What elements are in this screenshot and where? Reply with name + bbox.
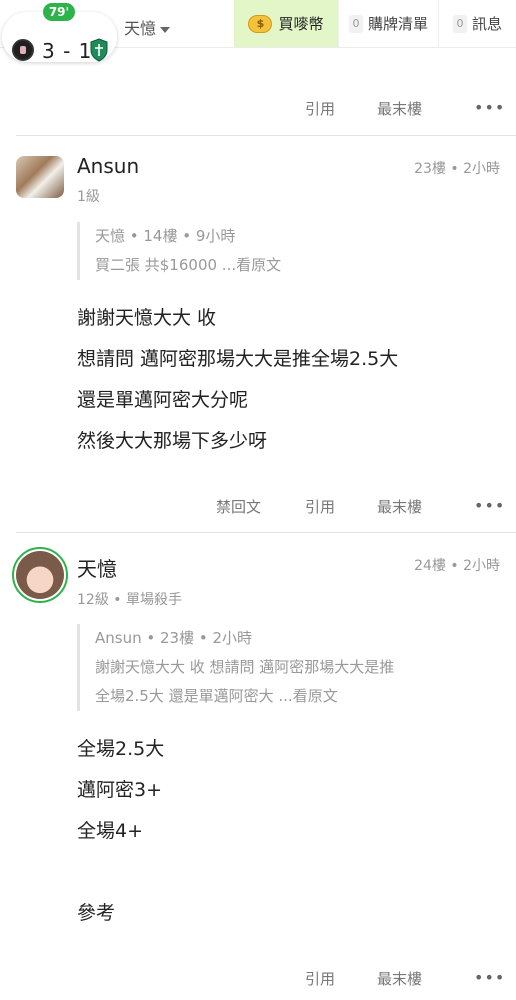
buy-coins-button[interactable]: 買嘜幣	[234, 0, 338, 47]
cart-tab[interactable]: 0 購牌清單	[338, 0, 438, 47]
post-actions: 禁回文 引用 最末樓 •••	[0, 486, 516, 526]
post-body-line: 謝謝天憶大大 收	[77, 307, 217, 329]
ban-reply-button[interactable]: 禁回文	[216, 496, 261, 517]
quote-button[interactable]: 引用	[305, 496, 335, 517]
floor-and-time: 24樓 • 2小時	[414, 558, 500, 574]
more-options-icon[interactable]: •••	[474, 496, 505, 515]
user-level: 1級	[77, 189, 100, 205]
last-floor-button[interactable]: 最末樓	[377, 968, 422, 989]
post-actions: 引用 最末樓 •••	[0, 88, 516, 128]
messages-tab[interactable]: 0 訊息	[438, 0, 516, 47]
post-body-line: 參考	[77, 902, 116, 924]
messages-count-badge: 0	[452, 14, 467, 33]
quoted-reply-meta: Ansun • 23樓 • 2小時	[95, 629, 252, 647]
user-menu-dropdown[interactable]: 天憶	[124, 15, 171, 39]
post-body: 全場2.5大 邁阿密3+ 全場4+ 參考	[77, 729, 497, 934]
post-body-line: 想請問 邁阿密那場大大是推全場2.5大	[77, 348, 399, 370]
user-menu-label: 天憶	[124, 19, 157, 38]
home-team-logo-icon	[12, 39, 34, 61]
post-username[interactable]: Ansun	[77, 154, 139, 178]
top-bar: 3 - 1 79' 天憶 買嘜幣 0 購牌清單 0 訊息	[0, 0, 516, 63]
post-body-line: 全場2.5大	[77, 738, 165, 760]
post-body-line: 然後大大那場下多少呀	[77, 430, 268, 452]
post-body-line: 全場4+	[77, 820, 144, 842]
quoted-reply-text[interactable]: 買二張 共$16000 ...看原文	[95, 251, 497, 280]
last-floor-button[interactable]: 最末樓	[377, 98, 422, 119]
coin-icon	[248, 14, 273, 33]
more-options-icon[interactable]: •••	[474, 968, 505, 987]
floor-and-time: 23樓 • 2小時	[414, 161, 500, 177]
caret-down-icon	[160, 26, 171, 33]
post-username[interactable]: 天憶	[77, 553, 117, 582]
quote-button[interactable]: 引用	[305, 98, 335, 119]
post-body: 謝謝天憶大大 收 想請問 邁阿密那場大大是推全場2.5大 還是單邁阿密大分呢 然…	[77, 298, 497, 462]
messages-tab-label: 訊息	[471, 15, 502, 33]
post-body-line: 還是單邁阿密大分呢	[77, 389, 249, 411]
user-level: 12級 • 單場殺手	[77, 592, 182, 608]
quoted-reply-meta: 天憶 • 14樓 • 9小時	[95, 227, 236, 245]
quoted-reply-text[interactable]: 全場2.5大 還是單邁阿密大 ...看原文	[95, 682, 497, 711]
buy-coins-label: 買嘜幣	[278, 15, 324, 33]
last-floor-button[interactable]: 最末樓	[377, 496, 422, 517]
quote-button[interactable]: 引用	[305, 968, 335, 989]
away-team-shield-icon	[90, 38, 108, 62]
post-body-line	[77, 852, 497, 893]
more-options-icon[interactable]: •••	[474, 98, 505, 117]
match-score: 3 - 1	[42, 39, 93, 63]
avatar-photo	[16, 551, 64, 599]
cart-count-badge: 0	[348, 14, 363, 33]
quoted-reply: Ansun • 23樓 • 2小時 謝謝天憶大大 收 想請問 邁阿密那場大大是推…	[77, 624, 497, 711]
avatar[interactable]	[12, 547, 68, 603]
match-minute-badge: 79'	[43, 3, 75, 21]
post-actions: 引用 最末樓 •••	[0, 958, 516, 998]
quoted-reply-text[interactable]: 謝謝天憶大大 收 想請問 邁阿密那場大大是推	[95, 653, 497, 682]
post-divider	[16, 532, 516, 533]
post-divider	[16, 135, 516, 136]
post-body-line: 邁阿密3+	[77, 779, 163, 801]
quoted-reply: 天憶 • 14樓 • 9小時 買二張 共$16000 ...看原文	[77, 222, 497, 280]
avatar[interactable]	[16, 156, 64, 198]
cart-tab-label: 購牌清單	[367, 15, 428, 33]
